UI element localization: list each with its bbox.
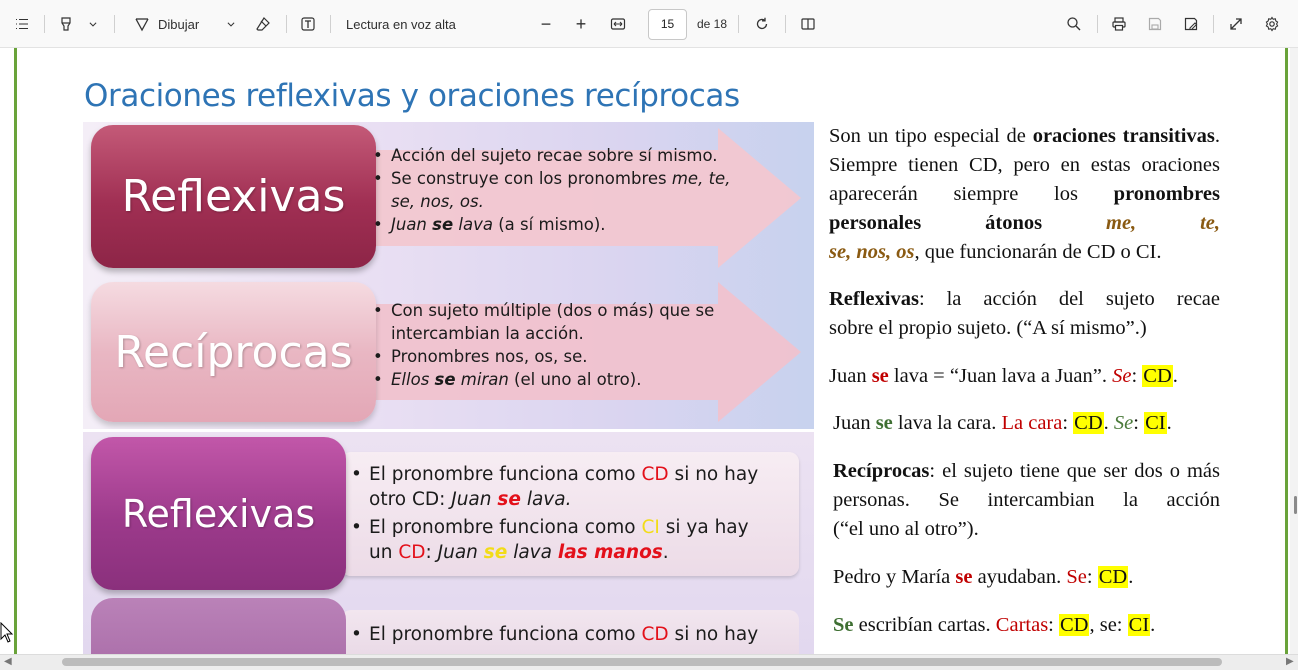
vertical-scrollbar-thumb[interactable] xyxy=(1294,496,1297,514)
example-2: Juan se lava la cara. La cara: CD. Se: C… xyxy=(833,412,1172,434)
eraser-icon[interactable] xyxy=(252,12,274,36)
list-item: Juan se lava (a sí mismo). xyxy=(373,213,753,236)
save-as-icon[interactable] xyxy=(1179,12,1203,36)
draw-button[interactable]: Dibujar xyxy=(158,12,210,36)
zoom-in-button[interactable]: + xyxy=(571,12,591,36)
reciprocas-bullets: Con sujeto múltiple (dos o más) que sein… xyxy=(373,299,763,391)
rotate-icon[interactable] xyxy=(750,12,774,36)
contents-list-icon[interactable] xyxy=(10,12,34,36)
highlighter-icon[interactable] xyxy=(54,12,78,36)
print-icon[interactable] xyxy=(1107,12,1131,36)
settings-gear-icon[interactable] xyxy=(1260,12,1284,36)
page-number-input[interactable]: 15 xyxy=(648,9,687,40)
list-item: Con sujeto múltiple (dos o más) que sein… xyxy=(373,299,763,345)
reciprocas-definition-end: (“el uno al otro”). xyxy=(833,518,979,540)
mouse-pointer-icon xyxy=(0,622,14,643)
save-icon[interactable] xyxy=(1143,12,1167,36)
reflexivas-label-2: Reflexivas xyxy=(91,437,346,590)
highlight-options-chevron-icon[interactable] xyxy=(84,12,102,36)
list-item: El pronombre funciona como CD si no hayo… xyxy=(351,463,791,512)
horizontal-scrollbar-thumb[interactable] xyxy=(62,658,1222,666)
text-box-icon[interactable] xyxy=(296,12,320,36)
list-item: Se construye con los pronombres me, te,s… xyxy=(373,167,753,213)
example-3: Pedro y María se ayudaban. Se: CD. xyxy=(833,566,1134,588)
list-item: Ellos se miran (el uno al otro). xyxy=(373,368,763,391)
reflexivas-reciprocas-graphic: Reflexivas Recíprocas Acción del sujeto … xyxy=(83,122,814,429)
fit-to-width-icon[interactable] xyxy=(606,12,630,36)
draw-options-chevron-icon[interactable] xyxy=(222,12,240,36)
slide-title: Oraciones reflexivas y oraciones recípro… xyxy=(84,78,740,114)
function-rules-bullets: El pronombre funciona como CD si no hayo… xyxy=(351,463,791,565)
partial-label-pill xyxy=(91,598,346,654)
reciprocas-label: Recíprocas xyxy=(91,282,376,422)
zoom-out-button[interactable]: − xyxy=(536,12,556,36)
list-item: Acción del sujeto recae sobre sí mismo. xyxy=(373,144,753,167)
page-total-label: de 18 xyxy=(696,17,728,31)
draw-pen-icon[interactable] xyxy=(132,12,152,36)
list-item: El pronombre funciona como CD si no hay xyxy=(351,623,791,648)
function-rules-bullets-2: El pronombre funciona como CD si no hay xyxy=(351,623,791,648)
pdf-toolbar: Dibujar Lectura en voz alta − + 15 de 18 xyxy=(0,0,1298,48)
page-border-right xyxy=(1285,48,1288,654)
example-4: Se escribían cartas. Cartas: CD, se: CI. xyxy=(833,614,1156,636)
intro-paragraph: Son un tipo especial de oraciones transi… xyxy=(829,125,1221,234)
reflexivas-bullets: Acción del sujeto recae sobre sí mismo. … xyxy=(373,144,753,236)
expand-icon[interactable] xyxy=(1224,12,1248,36)
list-item: Pronombres nos, os, se. xyxy=(373,345,763,368)
reflexivas-definition: Reflexivas: la acción del sujeto recae xyxy=(829,288,1220,310)
search-icon[interactable] xyxy=(1062,12,1086,36)
reflexivas-definition-2: sobre el propio sujeto. (“A sí mismo”.) xyxy=(829,317,1147,339)
scroll-left-arrow-icon[interactable]: ◀ xyxy=(4,656,12,667)
example-1: Juan se lava = “Juan lava a Juan”. Se: C… xyxy=(829,365,1178,387)
intro-paragraph-end: se, nos, os, que funcionarán de CD o CI. xyxy=(829,241,1162,263)
reciprocas-definition: Recíprocas: el sujeto tiene que ser dos … xyxy=(833,460,1221,511)
reflexivas-function-graphic: Reflexivas El pronombre funciona como CD… xyxy=(83,432,814,654)
scroll-right-arrow-icon[interactable]: ▶ xyxy=(1286,656,1294,667)
read-aloud-button[interactable]: Lectura en voz alta xyxy=(346,12,476,36)
page-border-left xyxy=(14,48,17,654)
list-item: El pronombre funciona como CI si ya hayu… xyxy=(351,516,791,565)
page-view-icon[interactable] xyxy=(796,12,820,36)
vertical-scrollbar[interactable] xyxy=(1290,48,1298,654)
reflexivas-label: Reflexivas xyxy=(91,125,376,268)
